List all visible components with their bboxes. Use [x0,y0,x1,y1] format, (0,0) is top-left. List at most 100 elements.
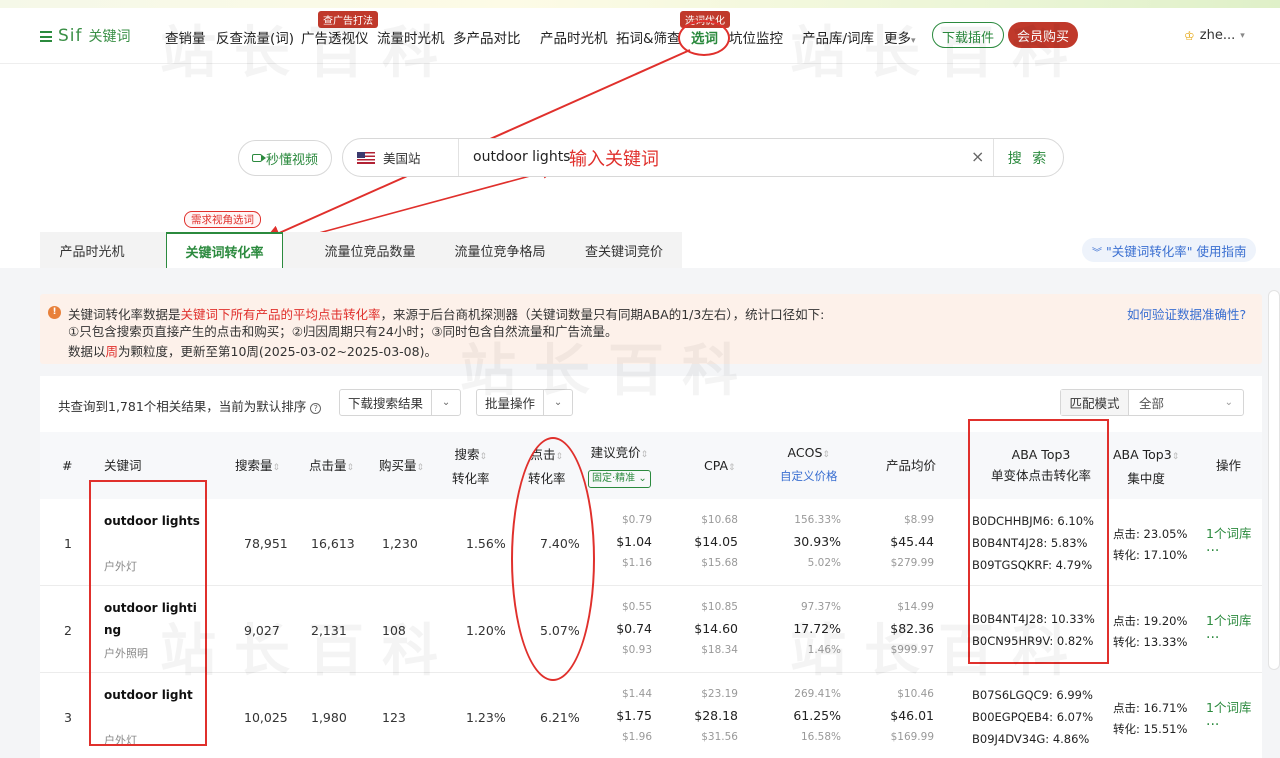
nav-item-slot-monitor[interactable]: 坑位监控 [729,27,783,47]
notice-line-2: ①只包含搜索页直接产生的点击和购买；②归因周期只有24小时；③同时包含自然流量和… [68,324,618,339]
tab-slot-competition-pattern[interactable]: 流量位竞争格局 [437,232,563,268]
th-bid[interactable]: 建议竞价⇕ 固定·精准 ⌄ [588,442,651,488]
th-bid-tag-wrap: 固定·精准 ⌄ [588,466,651,488]
nav-item-reverse-traffic[interactable]: 反查流量(词) [216,27,294,47]
logo[interactable]: Sif 关键词 [40,26,131,46]
acos-low: 156.33% [794,514,841,526]
price-mid: $46.01 [890,708,934,723]
more-actions-button[interactable]: ... [1206,713,1219,729]
tab-product-timemachine[interactable]: 产品时光机 [40,232,144,268]
th-clicks[interactable]: 点击量⇕ [309,455,354,479]
site-label: 美国站 [383,151,421,166]
purchases: 123 [382,710,406,725]
search-cvr: 1.20% [466,623,506,638]
nav-item-more[interactable]: 更多▾ [884,27,916,47]
search-cvr: 1.23% [466,710,506,725]
cpa-high: $15.68 [701,557,738,569]
price-low: $14.99 [897,601,934,613]
help-icon[interactable]: ? [310,403,322,414]
acos-high: 5.02% [807,557,841,569]
bid-mode-tag[interactable]: 固定·精准 ⌄ [588,470,651,488]
th-acos[interactable]: ACOS⇕ 自定义价格 [780,442,838,487]
custom-price-link[interactable]: 自定义价格 [780,466,838,487]
notice-line-1-highlight: 关键词下所有产品的平均点击转化率 [180,307,381,322]
clicks: 2,131 [311,623,347,638]
th-cpa[interactable]: CPA⇕ [704,455,736,479]
search-volume: 9,027 [244,623,280,638]
price-high: $169.99 [890,731,934,743]
annotation-ellipse-click-cvr [511,437,595,681]
site-select[interactable]: 美国站 [343,139,459,176]
acos-high: 1.46% [807,644,841,656]
purchases: 1,230 [382,536,418,551]
download-plugin-button[interactable]: 下载插件 [932,22,1005,48]
badge-ads-strategy: 查广告打法 [318,11,378,28]
tab-keyword-conversion[interactable]: 关键词转化率 [166,232,283,269]
th-search-cvr-label-1: 搜索⇕ [452,444,490,468]
aba-asin-cvr[interactable]: B00EGPQEB4: 6.07% [972,710,1093,724]
nav-more-label: 更多 [884,31,911,47]
notice-box: ! 关键词转化率数据是关键词下所有产品的平均点击转化率，来源于后台商机探测器（关… [40,294,1262,364]
bid-low: $1.44 [621,688,652,700]
th-search-cvr-label-2: 转化率 [452,471,490,486]
notice-line-1-a: 关键词转化率数据是 [68,307,181,322]
bid-high: $1.96 [621,731,652,743]
batch-ops-dropdown[interactable]: 批量操作 ⌄ [476,389,574,416]
user-name: zhe... [1199,28,1236,43]
price-low: $10.46 [897,688,934,700]
crown-icon: ♔ [1184,28,1195,43]
nav-item-ad-insight[interactable]: 广告透视仪 [301,27,369,47]
us-flag-icon [357,151,375,164]
user-menu[interactable]: ♔ zhe... ▾ [1184,28,1245,43]
th-search-cvr[interactable]: 搜索⇕ 转化率 [452,444,490,489]
concentration-click: 点击: 23.05% [1113,527,1188,541]
th-aba-concentration[interactable]: ABA Top3⇕ 集中度 [1113,444,1179,489]
brand-sub: 关键词 [88,29,131,45]
th-clicks-label: 点击量 [309,458,347,473]
tab-keyword-bid[interactable]: 查关键词竞价 [568,232,680,268]
usage-guide-label: "关键词转化率" 使用指南 [1105,244,1247,259]
notice-line-1-c: ，来源于后台商机探测器（关键词数量只有同期ABA的1/3左右），统计口径如下: [380,307,825,322]
match-mode-select[interactable]: 匹配模式 全部 ⌄ [1060,389,1244,416]
match-mode-value: 全部 ⌄ [1129,390,1243,415]
search-button[interactable]: 搜 索 [993,139,1063,176]
video-camera-icon [251,154,266,162]
more-actions-button[interactable]: ... [1206,539,1219,555]
nav-item-sales[interactable]: 查销量 [165,27,206,47]
click-cvr: 6.21% [540,710,580,725]
nav-item-product-library[interactable]: 产品库/词库 [802,27,874,47]
th-keyword: 关键词 [104,458,142,473]
th-conc-label-2: 集中度 [1127,471,1165,486]
th-purchases[interactable]: 购买量⇕ [379,455,424,479]
th-conc-text-1: ABA Top3 [1113,447,1172,462]
chevron-down-icon: ⌄ [441,397,451,408]
price-mid: $45.44 [890,534,934,549]
side-scrollbar[interactable] [1268,290,1280,670]
row-index: 2 [64,623,72,638]
cpa-mid: $14.05 [694,534,738,549]
concentration-click: 点击: 16.71% [1113,701,1188,715]
nav-item-traffic-timemachine[interactable]: 流量时光机 [377,27,445,47]
aba-asin-cvr[interactable]: B07S6LGQC9: 6.99% [972,688,1093,702]
cpa-mid: $14.60 [694,621,738,636]
verify-accuracy-link[interactable]: 如何验证数据准确性? [1127,304,1246,323]
download-results-dropdown[interactable]: 下载搜索结果 ⌄ [339,389,462,416]
clear-icon[interactable]: × [971,147,984,166]
th-search-volume[interactable]: 搜索量⇕ [235,455,280,479]
aba-asin-cvr[interactable]: B09J4DV34G: 4.86% [972,732,1089,746]
acos-high: 16.58% [800,731,841,743]
nav-item-multi-compare[interactable]: 多产品对比 [453,27,521,47]
acos-low: 269.41% [794,688,841,700]
more-actions-button[interactable]: ... [1206,626,1219,642]
chevron-down-icon: ▾ [911,36,916,46]
vip-purchase-button[interactable]: 会员购买 [1008,22,1079,48]
video-tutorial-button[interactable]: 秒懂视频 [238,140,332,176]
nav-item-expand-filter[interactable]: 拓词&筛查 [616,27,681,47]
tab-slot-competitor-count[interactable]: 流量位竞品数量 [305,232,435,268]
clicks: 16,613 [311,536,355,551]
usage-guide-link[interactable]: ︾ "关键词转化率" 使用指南 [1082,238,1257,262]
nav-item-product-timemachine[interactable]: 产品时光机 [540,27,608,47]
search-input[interactable]: outdoor lights [473,149,570,165]
menu-icon[interactable] [40,30,52,42]
result-summary-text: 共查询到1,781个相关结果，当前为默认排序 [58,399,307,414]
